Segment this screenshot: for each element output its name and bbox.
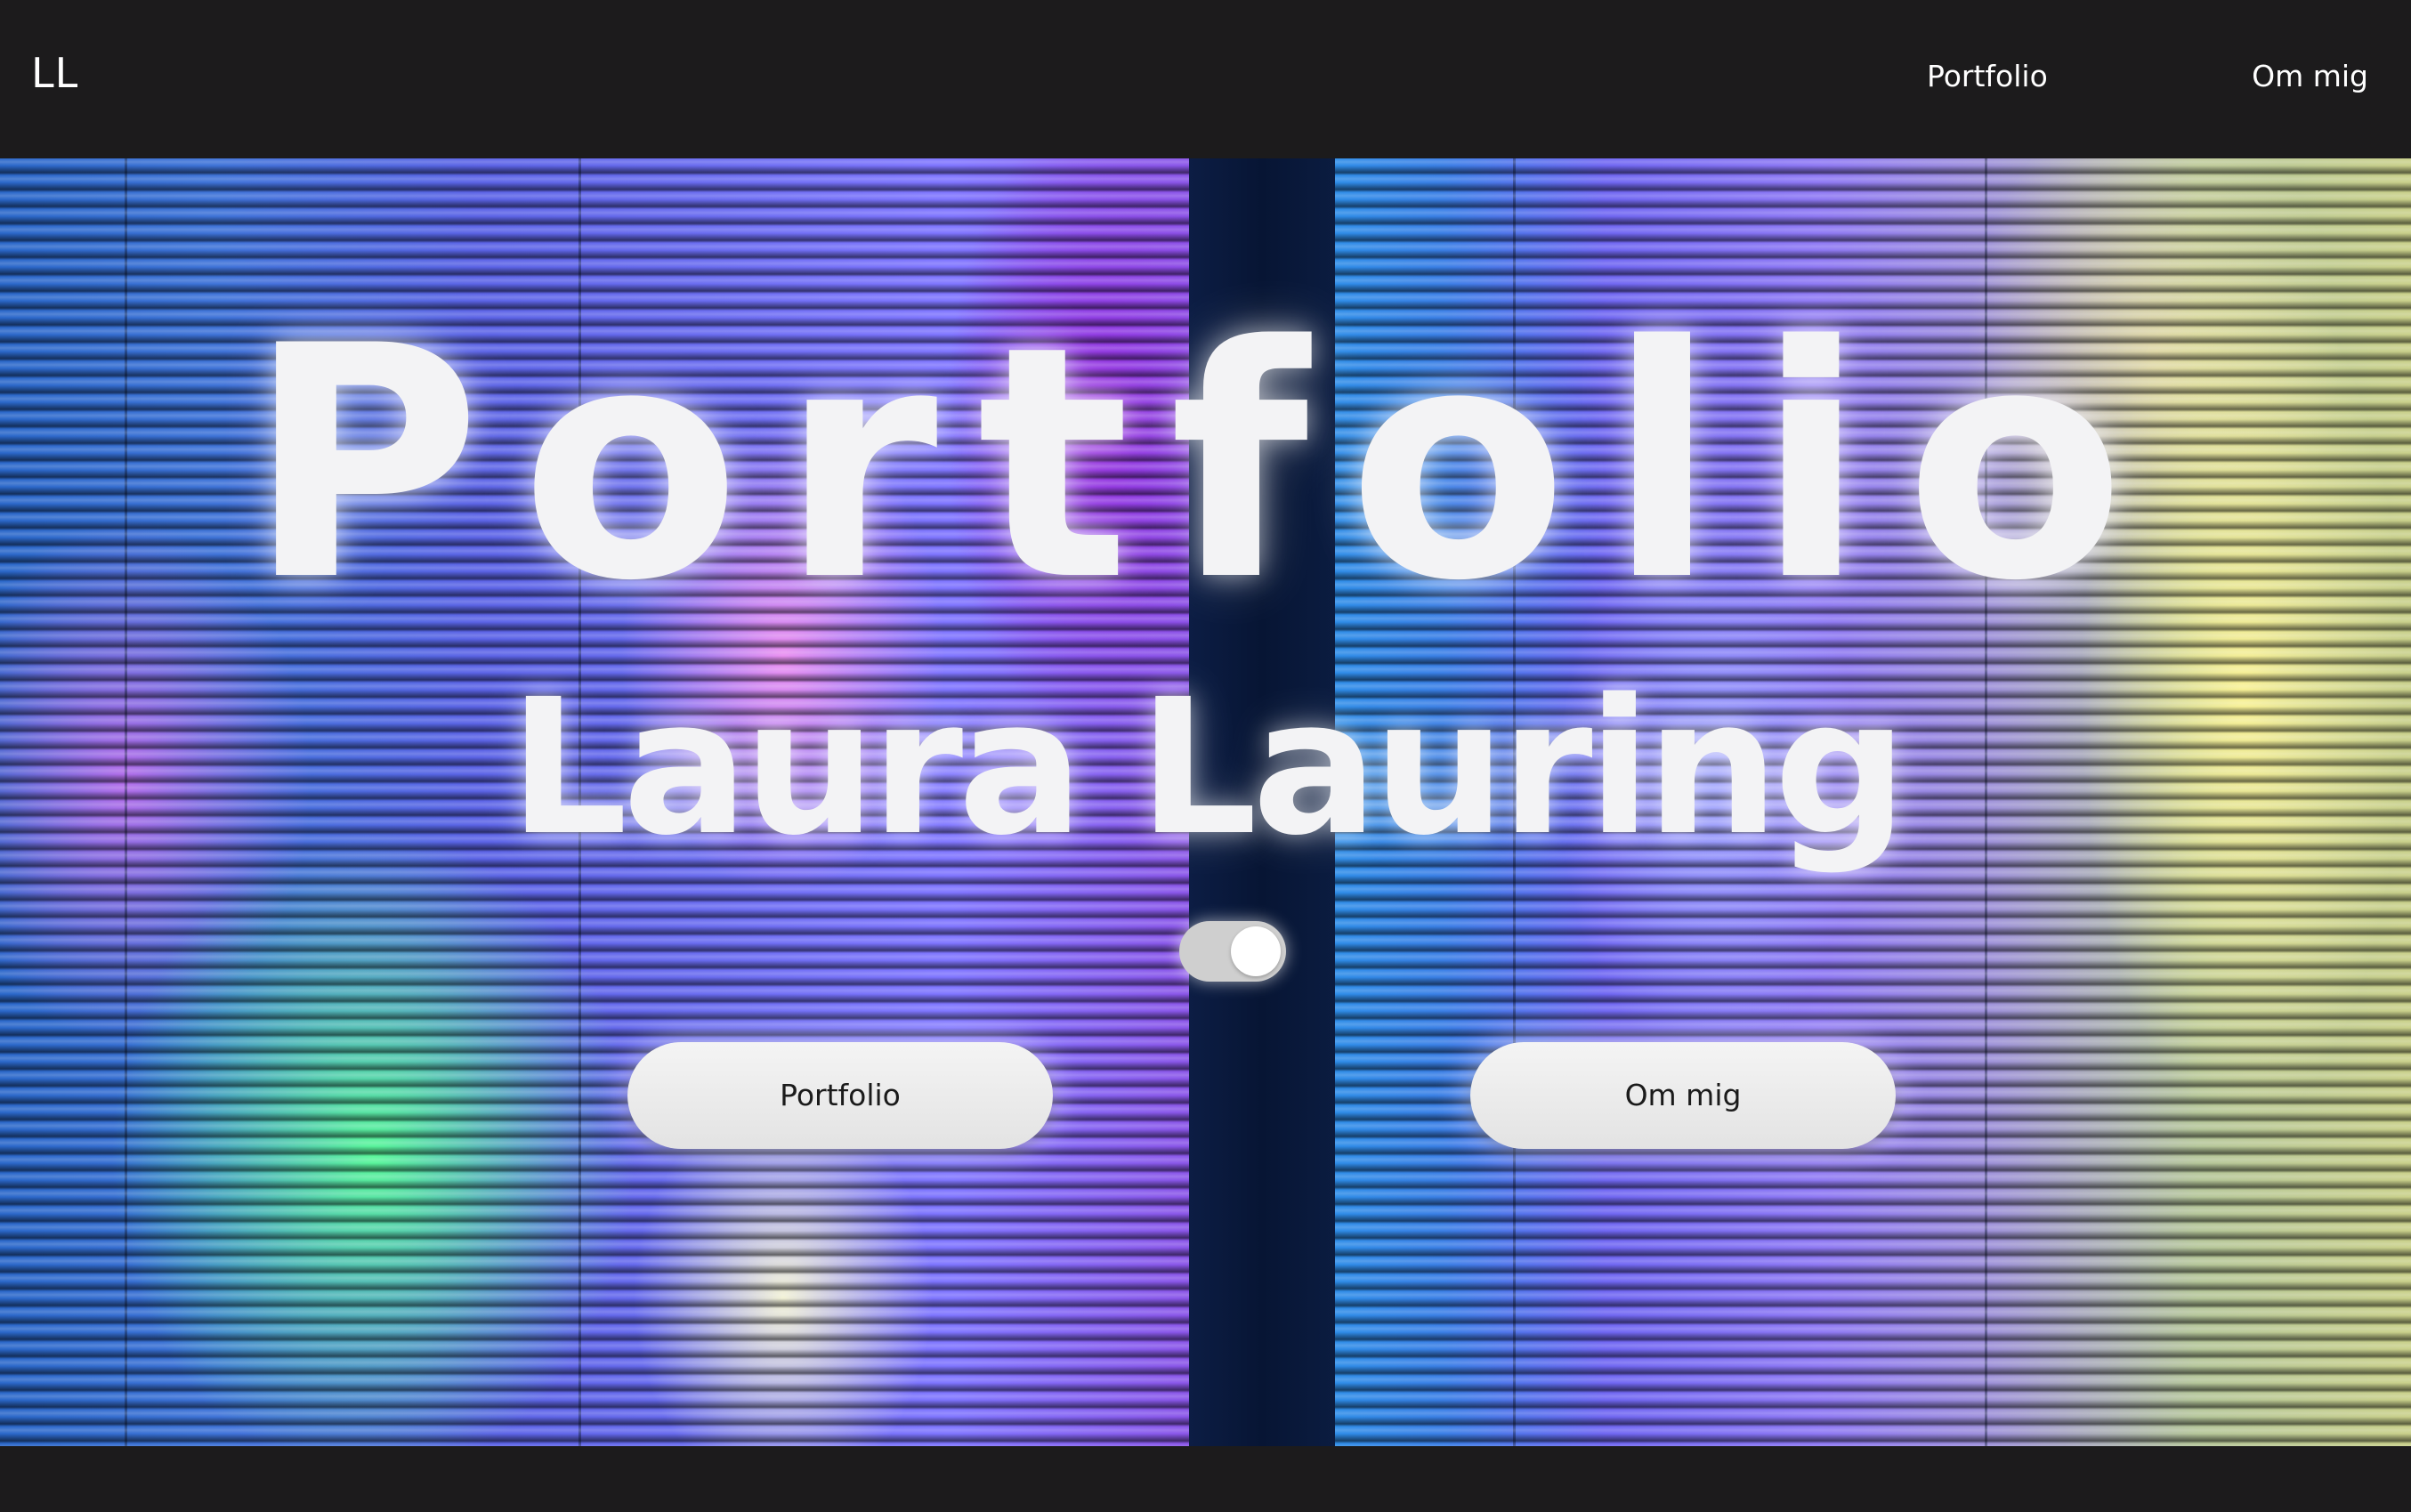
nav-link-om-mig[interactable]: Om mig [2252,52,2368,101]
site-header: LL Portfolio Om mig [0,0,2411,158]
nav-link-portfolio[interactable]: Portfolio [1927,52,2048,101]
hero-title: Portfolio [247,278,2164,651]
site-logo[interactable]: LL [31,46,78,100]
portfolio-button[interactable]: Portfolio [627,1042,1053,1149]
om-mig-button[interactable]: Om mig [1470,1042,1896,1149]
page: LL Portfolio Om mig Portfolio Laura Laur… [0,0,2411,1512]
hero-name: Laura Lauring [508,659,1908,877]
theme-toggle[interactable] [1179,921,1286,982]
hero-section: Portfolio Laura Lauring Portfolio Om mig [0,158,2411,1446]
toggle-knob [1231,926,1281,976]
